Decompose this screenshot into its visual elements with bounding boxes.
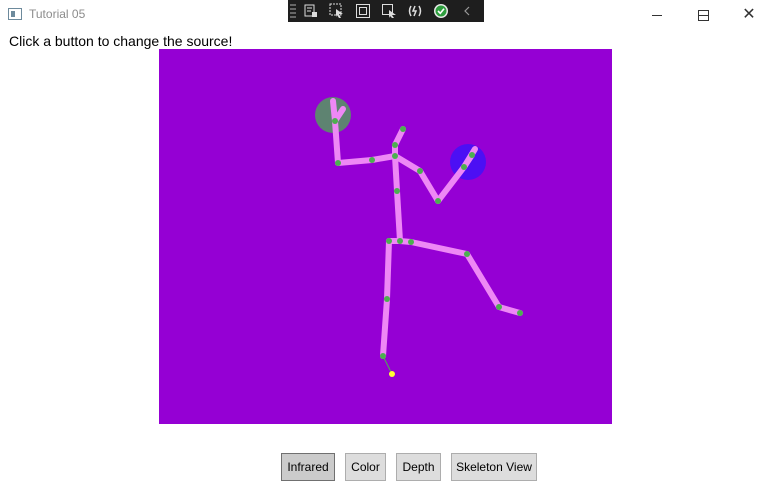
collapse-icon[interactable] xyxy=(456,0,478,22)
camera-view xyxy=(159,49,612,424)
skeleton-overlay xyxy=(315,97,523,377)
toolbar-grip-icon[interactable] xyxy=(290,4,296,18)
minimize-button[interactable] xyxy=(634,0,680,30)
maximize-icon xyxy=(697,9,709,21)
skeleton-joints xyxy=(332,118,523,359)
app-window-icon xyxy=(8,8,22,20)
live-visual-tree-icon[interactable] xyxy=(300,0,322,22)
skeleton-view-button[interactable]: Skeleton View xyxy=(451,453,537,481)
infrared-button[interactable]: Infrared xyxy=(281,453,335,481)
close-button[interactable]: ✕ xyxy=(726,0,771,30)
skeleton-bones xyxy=(330,98,523,359)
inferred-bone xyxy=(382,355,393,375)
inferred-joint xyxy=(389,371,395,377)
depth-button[interactable]: Depth xyxy=(396,453,441,481)
maximize-button[interactable] xyxy=(680,0,726,30)
close-icon: ✕ xyxy=(742,6,756,23)
hot-reload-icon[interactable] xyxy=(404,0,426,22)
binding-failures-check-icon[interactable] xyxy=(430,0,452,22)
xaml-debug-toolbar xyxy=(288,0,484,22)
instruction-text: Click a button to change the source! xyxy=(9,33,233,49)
display-layout-adorners-icon[interactable] xyxy=(352,0,374,22)
window-title: Tutorial 05 xyxy=(29,7,86,21)
color-button[interactable]: Color xyxy=(345,453,386,481)
minimize-icon xyxy=(652,14,662,16)
select-element-icon[interactable] xyxy=(326,0,348,22)
track-focus-icon[interactable] xyxy=(378,0,400,22)
